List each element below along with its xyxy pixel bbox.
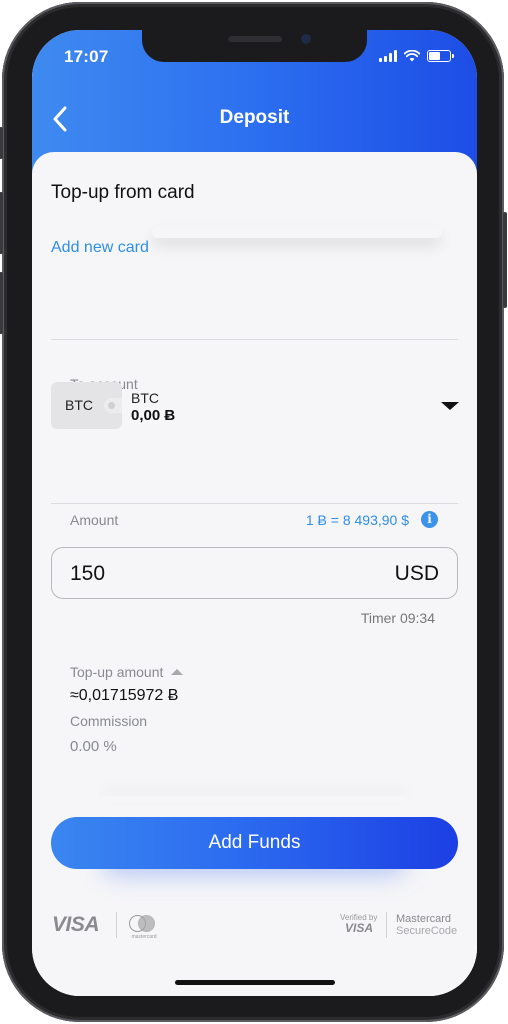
topup-amount-value: ≈0,01715972 Ƀ (70, 687, 179, 704)
commission-label: Commission (70, 713, 148, 729)
app-screen: 17:07 Deposit Top-up from card Add new c… (32, 30, 477, 996)
exchange-rate: 1 Ƀ = 8 493,90 $ (305, 512, 409, 528)
amount-value: 150 (70, 562, 106, 585)
notch (142, 30, 367, 62)
add-new-card-link[interactable]: Add new card (51, 239, 149, 257)
wallet-code: BTC (65, 397, 93, 413)
account-dropdown-icon[interactable] (441, 402, 459, 410)
deposit-sheet: Top-up from card Add new card To account… (32, 152, 477, 996)
divider (51, 339, 458, 340)
account-name[interactable]: BTC (131, 390, 159, 406)
account-balance: 0,00 Ƀ (131, 407, 176, 424)
volume-up-button (0, 192, 3, 254)
speaker (228, 36, 282, 42)
add-funds-button[interactable]: Add Funds (51, 817, 458, 869)
mastercard-logo: mastercard (124, 915, 160, 940)
section-title: Top-up from card (51, 182, 195, 203)
commission-value: 0.00 % (70, 738, 117, 755)
mute-switch (0, 127, 3, 159)
logo-separator (386, 912, 387, 938)
amount-currency[interactable]: USD (395, 562, 439, 586)
logo-separator (116, 912, 117, 938)
amount-input[interactable]: 150 USD (51, 547, 458, 599)
cellular-signal-icon (379, 50, 397, 62)
wallet-clasp-icon (104, 398, 122, 413)
payment-logos: VISA mastercard Verified by VISA Masterc… (32, 910, 477, 950)
topup-amount-toggle[interactable]: Top-up amount (70, 664, 184, 680)
caret-up-icon (171, 669, 184, 675)
amount-label: Amount (70, 512, 119, 528)
info-icon[interactable]: i (421, 511, 438, 528)
mastercard-securecode-logo: Mastercard SecureCode (396, 913, 457, 937)
front-camera (301, 34, 311, 44)
status-icons (379, 50, 454, 62)
mastercard-logo-text: mastercard (131, 934, 157, 940)
verified-visa-text: VISA (345, 921, 374, 935)
wallet-icon[interactable]: BTC (51, 382, 122, 429)
battery-icon (427, 50, 454, 62)
status-time: 17:07 (64, 47, 109, 66)
visa-logo: VISA (52, 913, 100, 936)
page-title: Deposit (219, 107, 290, 128)
card-placeholder-shadow (152, 226, 442, 238)
home-indicator[interactable] (175, 980, 335, 985)
volume-down-button (0, 272, 3, 334)
mastercard-text: Mastercard (396, 913, 452, 925)
securecode-text: SecureCode (396, 925, 458, 937)
wifi-icon (404, 50, 420, 62)
phone-frame: 17:07 Deposit Top-up from card Add new c… (0, 2, 507, 1022)
scroll-fade (102, 796, 407, 802)
rate-timer: Timer 09:34 (360, 610, 435, 626)
power-button (503, 212, 507, 308)
topup-amount-label: Top-up amount (70, 664, 164, 680)
divider (51, 503, 458, 504)
verified-by-visa-logo: Verified by VISA (340, 913, 377, 935)
